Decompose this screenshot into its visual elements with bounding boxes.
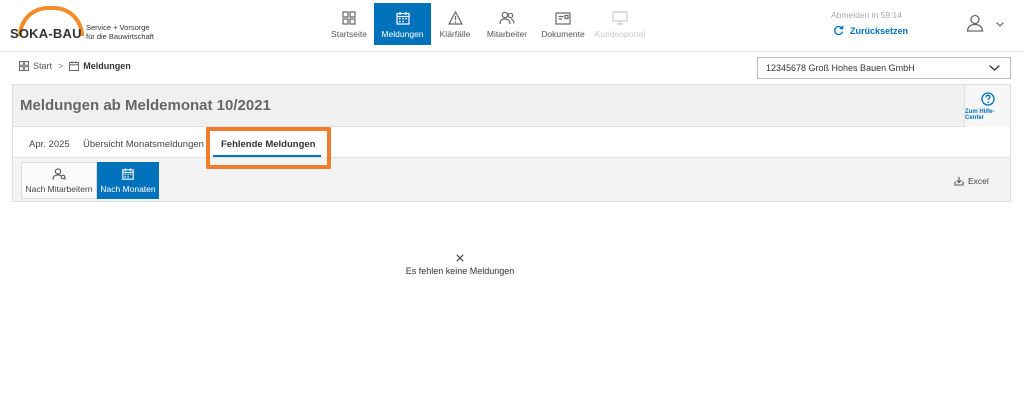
reset-button[interactable]: Zurücksetzen (833, 25, 908, 36)
chevron-down-icon (996, 22, 1004, 27)
grid-icon (342, 10, 356, 26)
user-menu[interactable] (966, 14, 1004, 35)
warning-icon (447, 10, 463, 26)
breadcrumb-home-label: Start (33, 61, 53, 71)
nav-item-startseite[interactable]: Startseite (324, 3, 374, 45)
tab-apr-2025[interactable]: Apr. 2025 (29, 139, 70, 150)
calendar-icon (122, 167, 134, 180)
app-header: SOKA-BAU Service + Vorsorge für die Bauw… (0, 0, 1024, 52)
nav-item-mitarbeiter[interactable]: Mitarbeiter (479, 3, 535, 45)
nav-label: Startseite (331, 29, 367, 39)
breadcrumb-home[interactable]: Start (19, 61, 52, 71)
close-icon (454, 252, 466, 264)
session-timer: Abmelden in 59:14 (831, 10, 902, 20)
panel-header: Meldungen ab Meldemonat 10/2021 Zum Hilf… (13, 85, 1010, 127)
nav-label: Dokumente (541, 29, 585, 39)
users-icon (499, 10, 515, 26)
help-center-label: Zum Hilfe-Center (965, 108, 995, 121)
user-search-icon (52, 167, 66, 180)
main-nav: Startseite Meldungen Klärfälle Mitarbeit… (324, 3, 649, 45)
view-toolbar: Nach Mitarbeitern Nach Monaten Excel (13, 158, 1010, 201)
breadcrumb: Start > Meldungen (19, 61, 131, 71)
nav-label: Kundenportal (594, 29, 646, 39)
nav-item-meldungen[interactable]: Meldungen (374, 3, 431, 45)
reports-panel: Meldungen ab Meldemonat 10/2021 Zum Hilf… (12, 84, 1011, 202)
brand-tagline-line-2: für die Bauwirtschaft (86, 32, 154, 41)
brand-name: SOKA-BAU (10, 26, 82, 41)
breadcrumb-current-label: Meldungen (83, 61, 131, 71)
nav-item-klaerfaelle[interactable]: Klärfälle (431, 3, 479, 45)
calendar-icon (395, 10, 410, 26)
excel-export-button[interactable]: Excel (954, 176, 989, 186)
refresh-icon (833, 25, 844, 36)
view-by-months-button[interactable]: Nach Monaten (97, 162, 159, 199)
company-select-value: 12345678 Groß Hohes Bauen GmbH (766, 63, 915, 73)
nav-item-kundenportal[interactable]: Kundenportal (591, 3, 649, 45)
download-icon (954, 176, 964, 186)
user-icon (966, 14, 984, 35)
brand-tagline-line-1: Service + Vorsorge (86, 23, 150, 32)
breadcrumb-separator: > (58, 61, 64, 71)
mail-icon (555, 10, 571, 26)
brand-tagline: Service + Vorsorge für die Bauwirtschaft (86, 23, 166, 41)
excel-export-label: Excel (968, 176, 989, 186)
empty-state-message: Es fehlen keine Meldungen (405, 266, 515, 276)
nav-label: Klärfälle (439, 29, 471, 39)
reset-label: Zurücksetzen (850, 25, 909, 36)
brand-logo[interactable]: SOKA-BAU Service + Vorsorge für die Bauw… (10, 6, 160, 44)
company-select[interactable]: 12345678 Groß Hohes Bauen GmbH (757, 57, 1011, 79)
view-by-months-label: Nach Monaten (100, 183, 156, 194)
page-title: Meldungen ab Meldemonat 10/2021 (20, 97, 271, 114)
nav-label: Mitarbeiter (486, 29, 528, 39)
focus-highlight-box (206, 127, 331, 169)
nav-label: Meldungen (381, 29, 424, 39)
tab-bar: Apr. 2025 Übersicht Monatsmeldungen Fehl… (13, 127, 1010, 158)
nav-item-dokumente[interactable]: Dokumente (535, 3, 591, 45)
help-icon (980, 91, 995, 106)
grid-icon (19, 61, 29, 71)
calendar-icon (69, 61, 80, 71)
help-center-button[interactable]: Zum Hilfe-Center (964, 85, 1010, 127)
monitor-icon (612, 10, 628, 26)
view-by-employees-button[interactable]: Nach Mitarbeitern (21, 162, 97, 199)
tab-uebersicht-monatsmeldungen[interactable]: Übersicht Monatsmeldungen (83, 139, 204, 150)
breadcrumb-current: Meldungen (69, 61, 131, 71)
chevron-down-icon (989, 63, 1000, 73)
view-by-employees-label: Nach Mitarbeitern (25, 183, 93, 194)
